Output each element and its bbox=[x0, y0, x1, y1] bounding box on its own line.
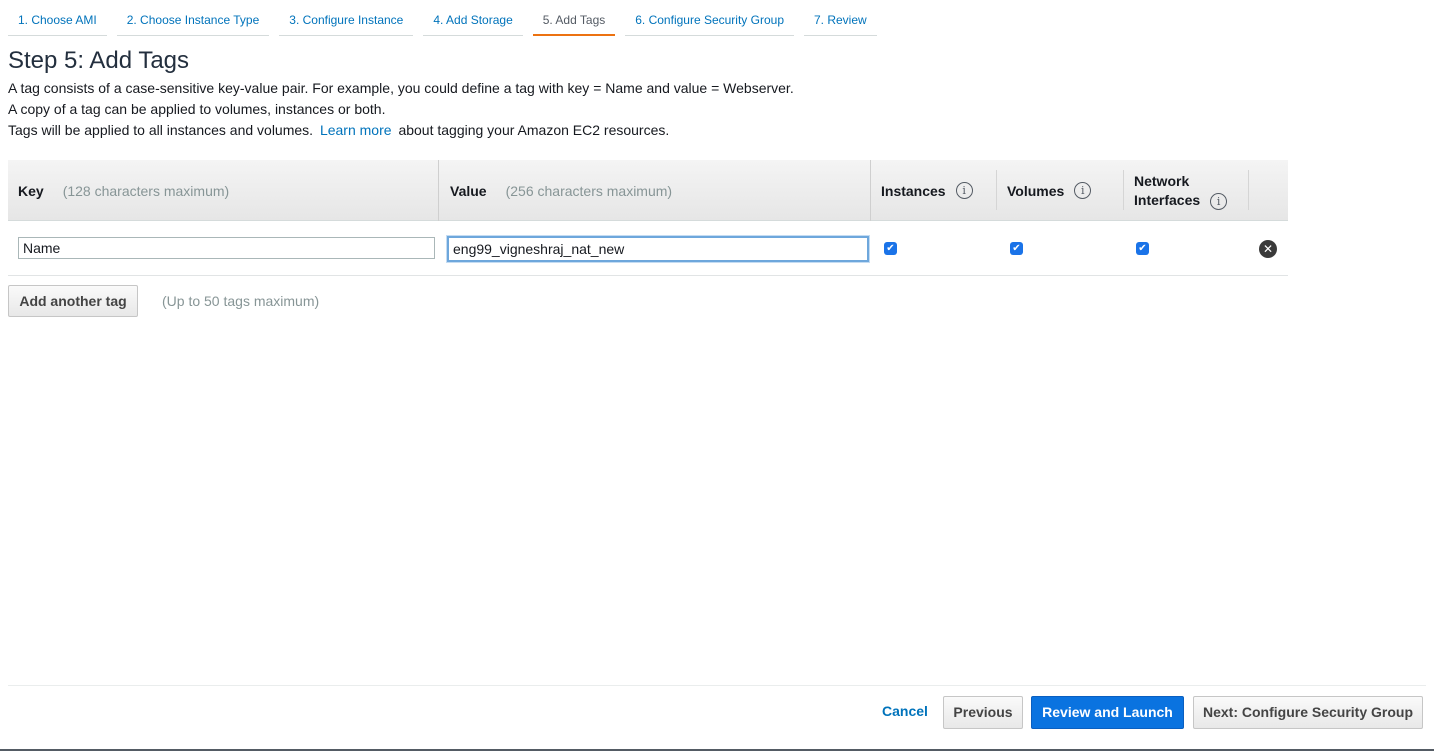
value-header-hint: (256 characters maximum) bbox=[505, 182, 673, 199]
page-description: A tag consists of a case-sensitive key-v… bbox=[8, 78, 794, 141]
tab-add-storage[interactable]: 4. Add Storage bbox=[423, 0, 523, 36]
network-interfaces-column-header: Network Interfaces i bbox=[1134, 160, 1228, 221]
tag-key-input[interactable] bbox=[18, 237, 435, 259]
instances-header-label: Instances bbox=[881, 182, 946, 199]
description-line: Tags will be applied to all instances an… bbox=[8, 120, 794, 141]
tab-review[interactable]: 7. Review bbox=[804, 0, 877, 36]
description-line: A tag consists of a case-sensitive key-v… bbox=[8, 80, 794, 96]
key-header-hint: (128 characters maximum) bbox=[62, 182, 230, 199]
tab-add-tags[interactable]: 5. Add Tags bbox=[532, 0, 616, 36]
description-line: A copy of a tag can be applied to volume… bbox=[8, 101, 386, 117]
volumes-column-header: Volumes i bbox=[1007, 160, 1092, 221]
learn-more-link[interactable]: Learn more bbox=[320, 122, 392, 138]
footer-divider bbox=[8, 685, 1426, 686]
instances-column-header: Instances i bbox=[881, 160, 973, 221]
next-configure-security-group-button[interactable]: Next: Configure Security Group bbox=[1193, 696, 1423, 729]
add-another-tag-button[interactable]: Add another tag bbox=[8, 285, 138, 317]
network-header-line: Network bbox=[1134, 172, 1190, 189]
description-text: Tags will be applied to all instances an… bbox=[8, 122, 314, 138]
key-column-header: Key (128 characters maximum) bbox=[18, 160, 229, 221]
table-row: ✔ ✔ ✔ bbox=[8, 221, 1288, 276]
network-interfaces-checkbox[interactable]: ✔ bbox=[1136, 242, 1149, 255]
wizard-tabs: 1. Choose AMI 2. Choose Instance Type 3.… bbox=[8, 0, 887, 36]
value-column-header: Value (256 characters maximum) bbox=[450, 160, 672, 221]
column-divider bbox=[1248, 170, 1249, 210]
previous-button[interactable]: Previous bbox=[943, 696, 1023, 729]
network-header-line: Interfaces bbox=[1134, 191, 1201, 208]
tag-value-input[interactable] bbox=[447, 236, 869, 262]
tab-choose-ami[interactable]: 1. Choose AMI bbox=[8, 0, 107, 36]
info-icon[interactable]: i bbox=[1210, 192, 1228, 210]
key-header-label: Key bbox=[18, 182, 44, 199]
description-text: about tagging your Amazon EC2 resources. bbox=[398, 122, 670, 138]
column-divider bbox=[996, 170, 997, 210]
review-and-launch-button[interactable]: Review and Launch bbox=[1031, 696, 1184, 729]
column-divider bbox=[438, 160, 439, 221]
tab-configure-instance[interactable]: 3. Configure Instance bbox=[279, 0, 414, 36]
cancel-button[interactable]: Cancel bbox=[872, 696, 938, 729]
remove-tag-icon[interactable]: ✕ bbox=[1259, 240, 1277, 258]
network-interfaces-header-label: Network Interfaces i bbox=[1134, 172, 1228, 210]
volumes-header-label: Volumes bbox=[1007, 182, 1065, 199]
info-icon[interactable]: i bbox=[1074, 182, 1092, 199]
tags-table-header: Key (128 characters maximum) Value (256 … bbox=[8, 160, 1288, 221]
volumes-checkbox[interactable]: ✔ bbox=[1010, 242, 1023, 255]
instances-checkbox[interactable]: ✔ bbox=[884, 242, 897, 255]
column-divider bbox=[1123, 170, 1124, 210]
tab-choose-instance-type[interactable]: 2. Choose Instance Type bbox=[116, 0, 270, 36]
info-icon[interactable]: i bbox=[955, 182, 973, 199]
page-title: Step 5: Add Tags bbox=[8, 47, 190, 74]
value-header-label: Value bbox=[450, 182, 487, 199]
tab-configure-security-group[interactable]: 6. Configure Security Group bbox=[625, 0, 794, 36]
add-tag-hint: (Up to 50 tags maximum) bbox=[162, 293, 320, 309]
column-divider bbox=[870, 160, 871, 221]
tags-table: Key (128 characters maximum) Value (256 … bbox=[8, 160, 1288, 276]
